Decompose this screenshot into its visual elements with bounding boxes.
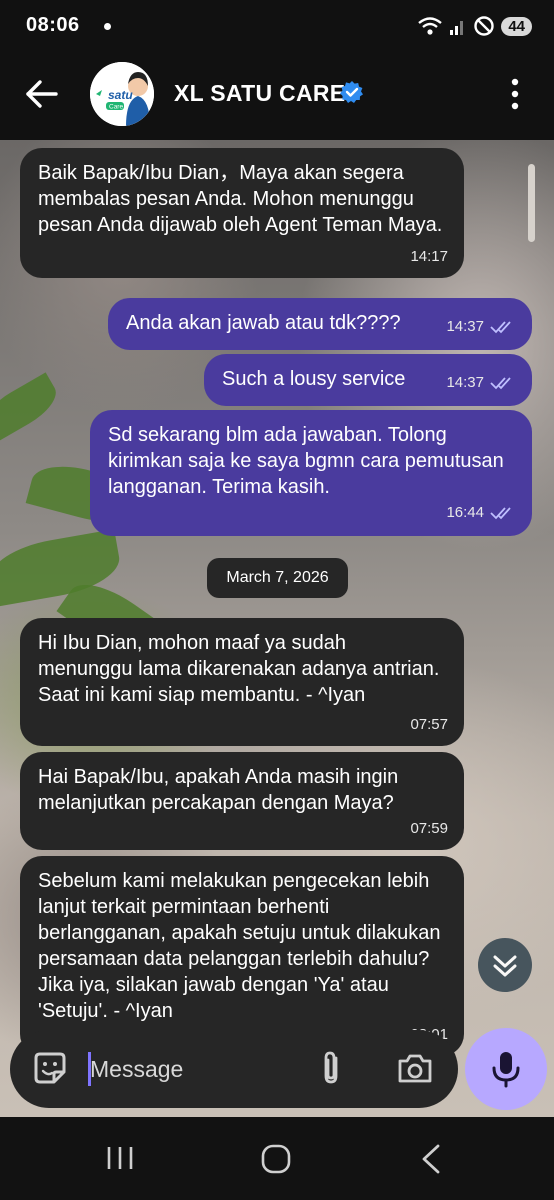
message-incoming[interactable]: Baik Bapak/Ibu Dian，Maya akan segera mem… [20,148,464,278]
logo-subtext: Care [109,104,123,111]
message-incoming[interactable]: Hi Ibu Dian, mohon maaf ya sudah menungg… [20,618,464,746]
message-time: 07:59 [410,820,448,837]
chat-header: satu Care XL SATU CARE [0,52,554,140]
verified-badge-icon [340,81,363,103]
message-time: 14:37 [446,318,484,335]
chat-scrollbar[interactable] [528,164,535,242]
status-bar: 08:06 44 [0,0,554,52]
wallpaper-leaf [0,372,64,444]
contact-avatar[interactable]: satu Care [90,62,154,126]
status-icons: 44 [417,14,532,38]
wifi-icon [418,17,443,35]
message-incoming[interactable]: Sebelum kami melakukan pengecekan lebih … [20,856,464,1056]
message-outgoing[interactable]: Sd sekarang blm ada jawaban. Tolong kiri… [90,410,532,536]
message-time: 16:44 [446,504,484,521]
home-icon[interactable] [260,1143,292,1175]
date-divider: March 7, 2026 [207,558,348,598]
message-text: Sebelum kami melakukan pengecekan lebih … [38,870,441,1022]
paperclip-icon[interactable] [312,1048,352,1088]
message-text: Hai Bapak/Ibu, apakah Anda masih ingin m… [38,766,399,814]
status-time: 08:06 [26,14,80,36]
message-meta: 16:44 [446,500,516,526]
do-not-disturb-icon [474,16,495,36]
chat-area[interactable]: Baik Bapak/Ibu Dian，Maya akan segera mem… [0,140,554,1117]
read-receipt-icon [490,321,511,334]
contact-name[interactable]: XL SATU CARE [174,80,345,107]
sticker-icon[interactable] [30,1048,70,1088]
message-text: Sd sekarang blm ada jawaban. Tolong kiri… [108,424,504,498]
message-incoming[interactable]: Hai Bapak/Ibu, apakah Anda masih ingin m… [20,752,464,850]
camera-icon[interactable] [394,1048,436,1090]
system-navigation-bar [0,1117,554,1200]
read-receipt-icon [490,507,511,520]
voice-message-button[interactable] [465,1028,547,1110]
message-input[interactable]: Message [90,1050,290,1088]
logo-text: satu [108,88,133,102]
more-options-icon[interactable] [500,74,530,114]
back-arrow-icon[interactable] [22,74,62,114]
notification-dot-icon [104,23,111,30]
xl-satu-logo-icon: satu Care [90,62,154,126]
message-text: Hi Ibu Dian, mohon maaf ya sudah menungg… [38,632,440,706]
message-meta: 14:37 [446,314,516,340]
scroll-to-bottom-button[interactable] [478,938,532,992]
message-outgoing[interactable]: Such a lousy service 14:37 [204,354,532,406]
message-meta: 14:37 [446,370,516,396]
message-outgoing[interactable]: Anda akan jawab atau tdk???? 14:37 [108,298,532,350]
message-composer: Message [10,1030,458,1108]
read-receipt-icon [490,377,511,390]
double-chevron-down-icon [493,955,517,977]
signal-icon [450,21,464,35]
microphone-icon [492,1052,520,1088]
system-back-icon[interactable] [418,1143,444,1175]
message-text: Baik Bapak/Ibu Dian，Maya akan segera mem… [38,162,443,236]
message-time: 14:37 [446,374,484,391]
recent-apps-icon[interactable] [104,1145,136,1171]
message-time: 07:57 [410,716,448,733]
battery-indicator: 44 [501,16,532,36]
message-time: 14:17 [410,248,448,265]
